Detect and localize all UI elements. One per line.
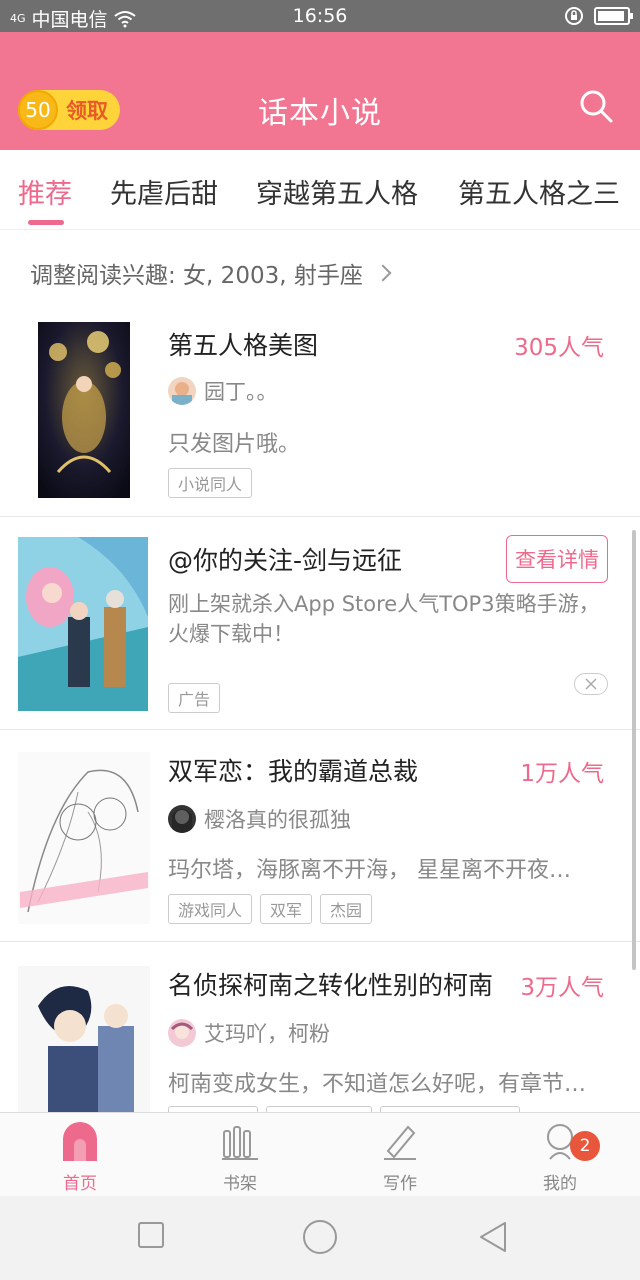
nav-label: 书架 [223,1174,257,1194]
tag: 杰园 [320,894,373,924]
author: 园丁。。 [168,376,278,406]
close-ad-button[interactable] [574,673,608,695]
app-title: 话本小说 [258,96,382,131]
book-cover [38,322,130,498]
item-description: 只发图片哦。 [168,432,301,457]
ad-description: 刚上架就杀入App Store人气TOP3策略手游，火爆下载中！ [168,592,600,646]
cover-image [18,752,150,924]
tag: 双军 [260,894,313,924]
ad-artwork [18,537,148,711]
tag-list: 游戏同人 双军 杰园 [168,894,373,924]
author-avatar [168,805,196,833]
nav-write[interactable]: 写作 [350,1121,450,1194]
nav-label: 我的 [543,1174,577,1194]
author-avatar [168,1019,196,1047]
status-time: 16:56 [292,5,348,27]
list-item[interactable]: 第五人格美图 305人气 园丁。。 只发图片哦。 小说同人 [0,306,640,516]
author-avatar [168,377,196,405]
active-tab-indicator [28,220,64,225]
tab-sweet-after-pain[interactable]: 先虐后甜 [110,172,218,211]
status-bar: 4G 中国电信 16:56 [0,0,640,32]
home-icon [63,1122,97,1161]
cover-image [18,966,150,1112]
tag-list: 广告 [168,683,221,713]
chevron-right-icon [374,264,392,282]
item-title: 第五人格美图 [168,331,319,360]
tag: 小说同人 [168,468,253,498]
popularity-count: 1万人气 [520,761,604,787]
ad-image [18,537,148,711]
item-title: 双军恋：我的霸道总裁 [168,757,419,786]
scrollbar[interactable] [632,530,636,970]
nav-label: 首页 [63,1174,97,1194]
reading-interest-row[interactable]: 调整阅读兴趣: 女, 2003, 射手座 [30,256,392,290]
list-item[interactable]: 名侦探柯南之转化性别的柯南 3万人气 艾玛吖，柯粉 柯南变成女生，不知道怎么好呢… [0,942,640,1112]
popularity-count: 3万人气 [520,975,604,1001]
nav-label: 写作 [383,1174,417,1194]
author-name: 艾玛吖，柯粉 [204,1022,330,1046]
ad-tag: 广告 [168,683,221,713]
interest-label: 调整阅读兴趣: 女, 2003, 射手座 [30,263,363,289]
system-navigation [0,1196,640,1280]
search-icon[interactable] [578,88,614,124]
close-icon [585,678,597,690]
item-title: 名侦探柯南之转化性别的柯南 [168,971,494,1000]
back-button[interactable] [478,1220,508,1254]
nav-home[interactable]: 首页 [30,1121,130,1194]
tab-time-travel-identity-v[interactable]: 穿越第五人格 [256,172,418,211]
item-description: 柯南变成女生，不知道怎么好呢，有章节… [168,1072,587,1097]
ad-item[interactable]: @你的关注-剑与远征 查看详情 刚上架就杀入App Store人气TOP3策略手… [0,516,640,730]
book-cover [18,966,150,1112]
recent-apps-button[interactable] [138,1222,164,1248]
list-item[interactable]: 双军恋：我的霸道总裁 1万人气 樱洛真的很孤独 玛尔塔，海豚离不开海， 星星离不… [0,730,640,942]
home-button[interactable] [303,1220,337,1254]
app-header: 50 领取 话本小说 [0,32,640,150]
view-details-button[interactable]: 查看详情 [506,535,608,583]
author: 樱洛真的很孤独 [168,804,351,834]
rotation-lock-icon [565,7,583,25]
bookshelf-icon [222,1126,258,1160]
tab-recommend[interactable]: 推荐 [18,172,72,211]
nav-profile[interactable]: 我的 2 [510,1121,610,1194]
battery-icon [594,7,633,25]
pen-icon [384,1125,416,1160]
item-description: 玛尔塔，海豚离不开海， 星星离不开夜… [168,858,571,883]
author: 艾玛吖，柯粉 [168,1018,330,1048]
author-name: 园丁。。 [204,380,278,404]
notification-badge: 2 [570,1131,600,1161]
tag: 游戏同人 [168,894,253,924]
category-tabs: 推荐 先虐后甜 穿越第五人格 第五人格之三 [0,150,640,230]
status-right [564,6,633,26]
tab-identity-v-three[interactable]: 第五人格之三 [458,172,620,211]
bottom-navigation: 首页 书架 写作 我的 2 [0,1112,640,1196]
book-cover [18,752,150,924]
nav-bookshelf[interactable]: 书架 [190,1121,290,1194]
popularity-count: 305人气 [514,335,604,361]
author-name: 樱洛真的很孤独 [204,808,351,832]
cover-image [38,322,130,498]
tag-list: 小说同人 [168,468,253,498]
ad-title: @你的关注-剑与远征 [168,546,403,575]
